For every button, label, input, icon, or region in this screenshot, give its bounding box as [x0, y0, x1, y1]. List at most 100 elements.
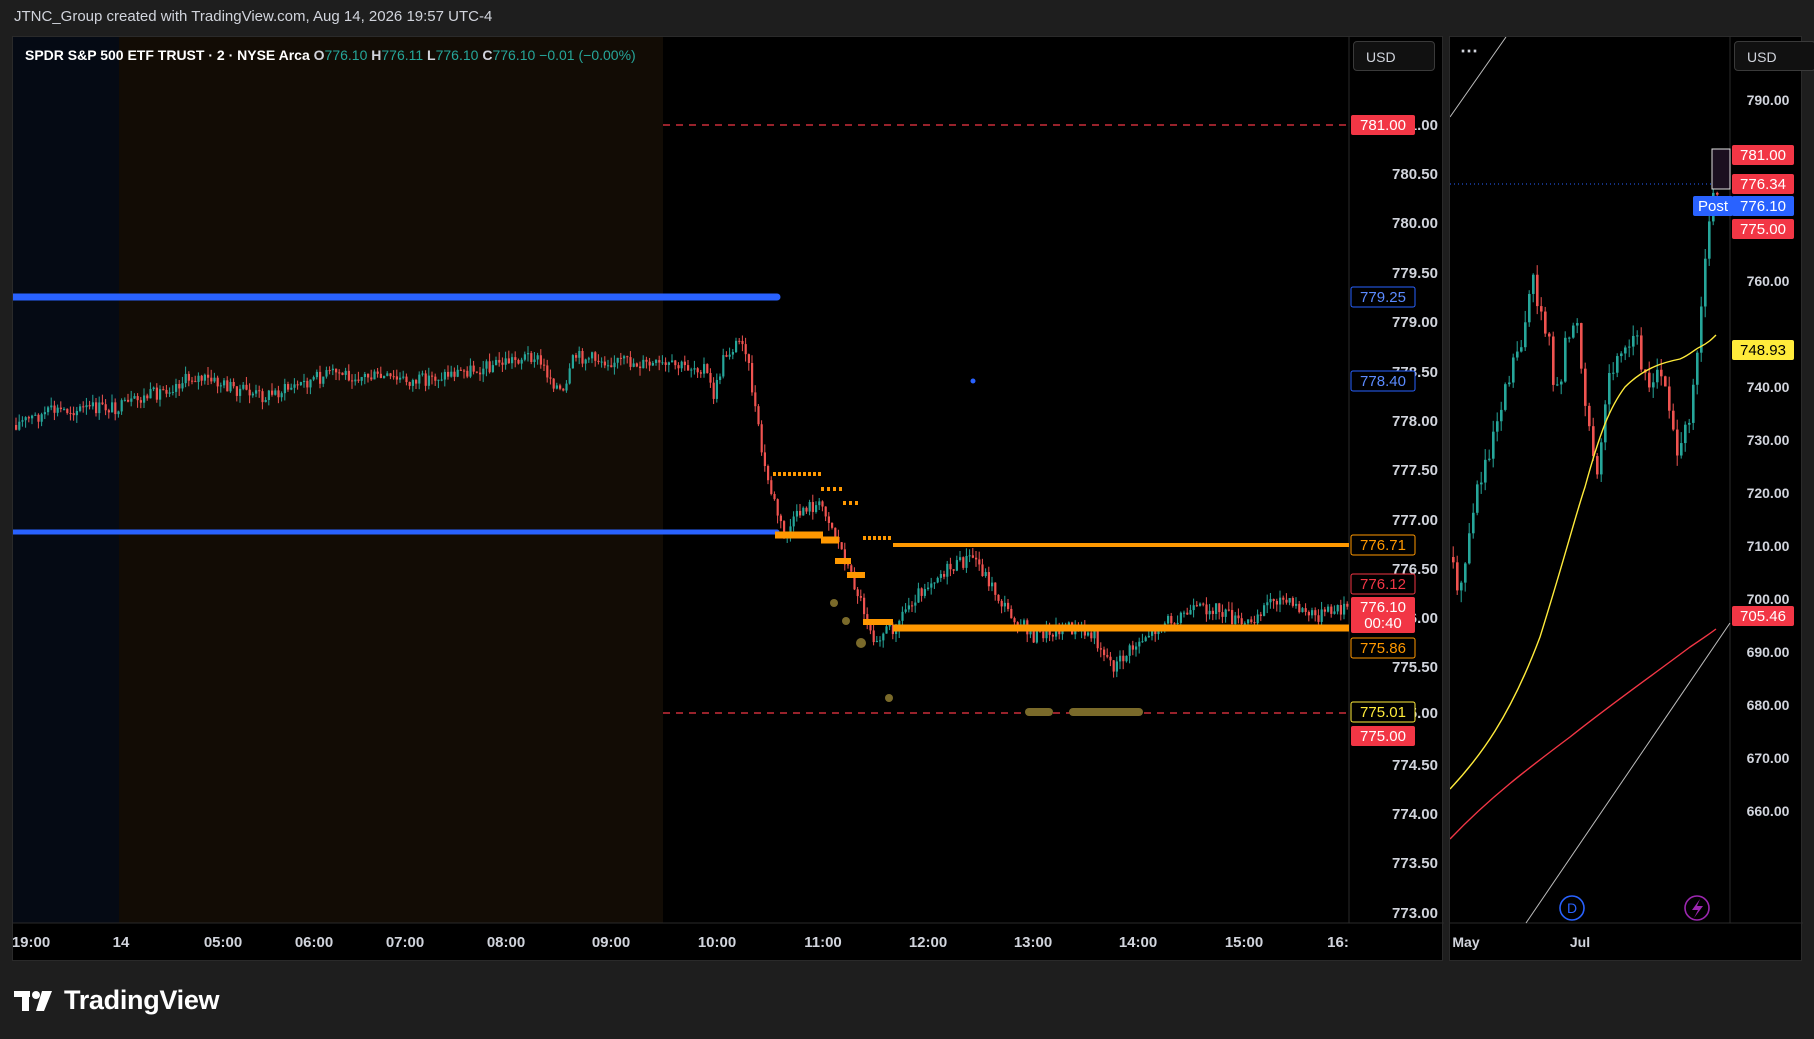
- side-candle-body: [1468, 533, 1471, 564]
- candle-body: [802, 507, 805, 516]
- side-candle-body: [1628, 346, 1631, 348]
- dividend-icon-letter: D: [1567, 900, 1577, 916]
- candle-body: [1115, 661, 1118, 672]
- earnings-flash-icon[interactable]: [1684, 895, 1710, 921]
- candle-body: [203, 374, 206, 381]
- candle-body: [1109, 656, 1112, 661]
- candle-body: [632, 363, 635, 367]
- candle-body: [1218, 603, 1221, 613]
- candle-body: [82, 406, 85, 408]
- side-price-tick-label: 790.00: [1747, 92, 1790, 108]
- candle-body: [1157, 631, 1160, 635]
- candle-body: [421, 373, 424, 375]
- side-candle-body: [1616, 356, 1619, 373]
- side-chart-pane[interactable]: 790.00780.00760.00740.00730.00720.00710.…: [1449, 36, 1814, 962]
- side-candle-body: [1584, 368, 1587, 406]
- candle-body: [984, 572, 987, 577]
- candle-body: [642, 359, 645, 369]
- candle-body: [440, 379, 443, 381]
- candle-body: [1023, 620, 1026, 625]
- side-candle-body: [1476, 484, 1479, 513]
- candle-body: [712, 382, 715, 399]
- candle-body: [527, 353, 530, 355]
- candle-body: [264, 399, 267, 403]
- time-tick-label: 15:00: [1225, 934, 1263, 951]
- candle-body: [197, 375, 200, 382]
- candle-body: [18, 421, 21, 430]
- ellipsis-icon[interactable]: ⋯: [1460, 41, 1478, 62]
- price-tick-label: 779.50: [1392, 265, 1438, 282]
- price-tick-label: 777.00: [1392, 512, 1438, 529]
- candle-body: [770, 480, 773, 494]
- currency-button-main[interactable]: USD: [1353, 41, 1435, 71]
- candle-body: [1042, 631, 1045, 639]
- candle-body: [354, 379, 357, 382]
- symbol-title[interactable]: SPDR S&P 500 ETF TRUST · 2 · NYSE Arca: [25, 47, 310, 63]
- candle-body: [1314, 610, 1317, 616]
- candle-body: [699, 372, 702, 374]
- candle-body: [66, 408, 69, 413]
- candle-body: [1144, 637, 1147, 642]
- candle-body: [651, 362, 654, 366]
- symbol-legend[interactable]: SPDR S&P 500 ETF TRUST · 2 · NYSE Arca O…: [25, 47, 636, 63]
- candle-body: [559, 385, 562, 389]
- side-chart-canvas[interactable]: 790.00780.00760.00740.00730.00720.00710.…: [1450, 37, 1803, 962]
- side-candle-body: [1708, 221, 1711, 259]
- candle-body: [821, 501, 824, 507]
- candle-body: [72, 413, 75, 416]
- candle-body: [946, 563, 949, 577]
- candle-body: [655, 360, 658, 363]
- candle-body: [322, 376, 325, 384]
- candle-body: [1093, 631, 1096, 639]
- candle-body: [904, 609, 907, 612]
- price-tick-label: 773.00: [1392, 905, 1438, 922]
- side-candle-body: [1676, 429, 1679, 456]
- side-candle-body: [1696, 352, 1699, 385]
- candle-body: [943, 574, 946, 577]
- price-tick-label: 780.50: [1392, 166, 1438, 183]
- candle-body: [549, 377, 552, 379]
- main-time-axis[interactable]: 19:00 14 05:00 06:00 07:00 08:00 09:00 10:00 11:…: [13, 934, 1349, 951]
- main-price-axis[interactable]: 781.00780.50780.00779.50779.00778.50778.…: [1392, 117, 1438, 922]
- candle-body: [728, 354, 731, 357]
- side-candle-body: [1500, 409, 1503, 422]
- candle-body: [245, 384, 248, 390]
- candle-body: [920, 588, 923, 596]
- candle-body: [392, 376, 395, 378]
- candle-body: [731, 352, 734, 355]
- candle-body: [434, 376, 437, 381]
- candle-body: [581, 350, 584, 364]
- candle-body: [539, 355, 542, 365]
- candle-body: [229, 381, 232, 392]
- side-price-tick-label: 660.00: [1747, 803, 1790, 819]
- candle-body: [885, 626, 888, 634]
- dividend-icon[interactable]: D: [1559, 895, 1585, 921]
- tradingview-brand[interactable]: TradingView: [14, 982, 220, 1018]
- side-candle-body: [1504, 384, 1507, 410]
- candle-body: [955, 560, 958, 571]
- candle-body: [571, 355, 574, 369]
- side-candle-body: [1560, 381, 1563, 385]
- main-chart-canvas[interactable]: 781.00780.50780.00779.50779.00778.50778.…: [13, 37, 1444, 962]
- candle-body: [1250, 619, 1253, 623]
- side-candle-body: [1456, 562, 1459, 591]
- main-chart-pane[interactable]: 781.00780.50780.00779.50779.00778.50778.…: [12, 36, 1444, 962]
- candle-body: [962, 557, 965, 568]
- price-tick-label: 778.00: [1392, 413, 1438, 430]
- candle-body: [447, 371, 450, 377]
- candle-body: [107, 410, 110, 413]
- currency-button-side[interactable]: USD: [1734, 41, 1814, 71]
- side-candle-body: [1528, 293, 1531, 323]
- candle-body: [303, 380, 306, 383]
- candle-body: [594, 352, 597, 361]
- side-time-axis[interactable]: May Jul: [1452, 934, 1590, 950]
- open-value: 776.10: [324, 47, 368, 63]
- candle-body: [459, 369, 462, 371]
- candle-body: [523, 354, 526, 360]
- candle-body: [386, 373, 389, 376]
- candle-body: [850, 565, 853, 572]
- candle-body: [255, 390, 258, 394]
- candle-body: [306, 380, 309, 388]
- candle-body: [706, 364, 709, 373]
- candle-body: [69, 412, 72, 414]
